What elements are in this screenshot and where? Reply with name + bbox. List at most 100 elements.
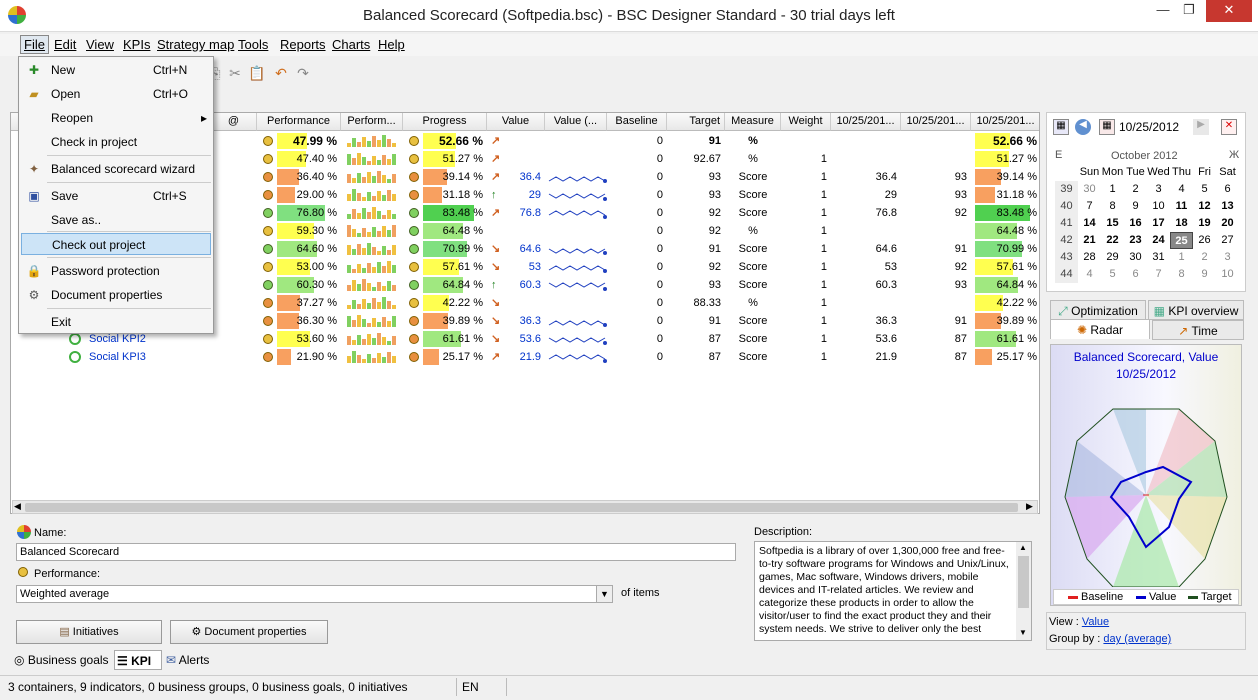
menu-charts[interactable]: Charts [332, 37, 370, 52]
header-value-chart[interactable]: Value (... [545, 113, 607, 131]
calendar-day[interactable]: 4 [1170, 181, 1193, 198]
kpi-name[interactable]: Social KPI3 [89, 348, 209, 366]
description-scrollbar[interactable]: ▲ ▼ [1016, 542, 1031, 640]
calendar-day[interactable]: 9 [1193, 266, 1216, 283]
tab-alerts[interactable]: ✉ Alerts [166, 650, 226, 670]
menu-file[interactable]: File [20, 35, 49, 54]
paste-icon[interactable]: 📋 [248, 64, 266, 82]
calendar-day[interactable]: 17 [1147, 215, 1170, 232]
view-value-link[interactable]: Value [1082, 616, 1109, 628]
chevron-down-icon[interactable]: ▼ [596, 586, 612, 602]
redo-icon[interactable]: ↷ [294, 64, 312, 82]
calendar-day[interactable]: 30 [1124, 249, 1147, 266]
calendar-day[interactable]: 27 [1216, 232, 1239, 249]
header-weight[interactable]: Weight [781, 113, 831, 131]
header-date-1[interactable]: 10/25/201... [831, 113, 901, 131]
undo-icon[interactable]: ↶ [272, 64, 290, 82]
calendar-day[interactable]: 4 [1078, 266, 1101, 283]
horizontal-scrollbar[interactable]: ◀ ▶ [12, 500, 1038, 514]
document-properties-button[interactable]: ⚙ Document properties [170, 620, 328, 644]
calendar-day[interactable]: 16 [1124, 215, 1147, 232]
calendar-day[interactable]: 2 [1124, 181, 1147, 198]
tab-optimization[interactable]: ⤢ Optimization [1050, 300, 1146, 320]
forward-icon[interactable]: ▶ [1193, 119, 1209, 135]
calendar-day[interactable]: 1 [1101, 181, 1124, 198]
menu-edit[interactable]: Edit [54, 37, 76, 52]
calendar-day[interactable]: 3 [1216, 249, 1239, 266]
calendar-day[interactable]: 7 [1078, 198, 1101, 215]
header-target[interactable]: Target [667, 113, 725, 131]
menu-exit[interactable]: Exit [21, 311, 211, 333]
calendar-day[interactable]: 29 [1101, 249, 1124, 266]
initiatives-button[interactable]: ▤ Initiatives [16, 620, 162, 644]
menu-kpis[interactable]: KPIs [123, 37, 150, 52]
scroll-up-arrow[interactable]: ▲ [1019, 543, 1027, 552]
calendar-day[interactable]: 5 [1101, 266, 1124, 283]
back-icon[interactable]: ◀ [1075, 119, 1091, 135]
menu-document-properties[interactable]: ⚙ Document properties [21, 284, 211, 306]
tab-kpi-overview[interactable]: ▦ KPI overview [1148, 300, 1244, 320]
menu-reports[interactable]: Reports [280, 37, 326, 52]
menu-tools[interactable]: Tools [238, 37, 268, 52]
menu-save[interactable]: ▣ Save Ctrl+S [21, 185, 211, 207]
header-performance-chart[interactable]: Perform... [341, 113, 403, 131]
calendar-day[interactable]: 5 [1193, 181, 1216, 198]
menu-save-as[interactable]: Save as.. [21, 209, 211, 231]
calendar-day[interactable]: 22 [1101, 232, 1124, 249]
header-value[interactable]: Value [487, 113, 545, 131]
tab-radar[interactable]: ✺ Radar [1050, 319, 1150, 339]
calendar-day[interactable]: 10 [1147, 198, 1170, 215]
group-value-link[interactable]: day (average) [1103, 633, 1171, 645]
menu-view[interactable]: View [86, 37, 114, 52]
calendar-day[interactable]: 14 [1078, 215, 1101, 232]
menu-check-out[interactable]: Check out project [21, 233, 211, 255]
calendar-day[interactable]: 18 [1170, 215, 1193, 232]
menu-strategy-map[interactable]: Strategy map [157, 37, 234, 52]
calendar-day[interactable]: 6 [1216, 181, 1239, 198]
current-date[interactable]: 10/25/2012 [1119, 120, 1179, 134]
calendar-day[interactable]: 30 [1078, 181, 1101, 198]
menu-open[interactable]: ▰ Open Ctrl+O [21, 83, 211, 105]
tab-business-goals[interactable]: ◎ Business goals [14, 650, 114, 670]
menu-check-in[interactable]: Check in project [21, 131, 211, 153]
cut-icon[interactable]: ✂ [226, 64, 244, 82]
calendar-day[interactable]: 11 [1170, 198, 1193, 215]
maximize-button[interactable]: ❐ [1176, 0, 1202, 22]
scroll-right-arrow[interactable]: ▶ [1026, 501, 1033, 512]
calendar-day[interactable]: 24 [1147, 232, 1170, 249]
description-textarea[interactable]: Softpedia is a library of over 1,300,000… [754, 541, 1032, 641]
calendar-day[interactable]: 15 [1101, 215, 1124, 232]
calendar-day[interactable]: 8 [1101, 198, 1124, 215]
calendar-day[interactable]: 1 [1170, 249, 1193, 266]
header-at[interactable]: @ [211, 113, 257, 131]
header-performance[interactable]: Performance [257, 113, 341, 131]
menu-reopen[interactable]: Reopen ▸ [21, 107, 211, 129]
scroll-down-arrow[interactable]: ▼ [1019, 628, 1027, 637]
scroll-left-arrow[interactable]: ◀ [14, 501, 21, 512]
calendar-day[interactable]: 2 [1193, 249, 1216, 266]
month-prev-button[interactable]: E [1055, 149, 1062, 161]
calendar-day[interactable]: 19 [1193, 215, 1216, 232]
header-date-2[interactable]: 10/25/201... [901, 113, 971, 131]
calendar-day[interactable]: 8 [1170, 266, 1193, 283]
calendar-day[interactable]: 31 [1147, 249, 1170, 266]
table-row[interactable]: Social KPI3 21.90 % 25.17 % ↗ 21.9 0 87 Score 1 2… [11, 348, 1039, 366]
header-date-3[interactable]: 10/25/201... [971, 113, 1039, 131]
calendar-day[interactable]: 6 [1124, 266, 1147, 283]
minimize-button[interactable]: — [1150, 0, 1176, 22]
calendar-prev-icon[interactable]: ▦ [1053, 119, 1069, 135]
scroll-thumb[interactable] [25, 503, 1018, 512]
calendar-day[interactable]: 23 [1124, 232, 1147, 249]
calendar-day[interactable]: 9 [1124, 198, 1147, 215]
header-progress[interactable]: Progress [403, 113, 487, 131]
menu-bsc-wizard[interactable]: ✦ Balanced scorecard wizard [21, 158, 211, 180]
header-measure[interactable]: Measure [725, 113, 781, 131]
calendar-day[interactable]: 20 [1216, 215, 1239, 232]
month-next-button[interactable]: Ж [1229, 149, 1239, 161]
menu-help[interactable]: Help [378, 37, 405, 52]
performance-select[interactable]: Weighted average ▼ [16, 585, 613, 603]
calendar-day[interactable]: 28 [1078, 249, 1101, 266]
scroll-thumb[interactable] [1018, 556, 1029, 608]
calendar-delete-icon[interactable]: ✕ [1221, 119, 1237, 135]
menu-new[interactable]: ✚ New Ctrl+N [21, 59, 211, 81]
